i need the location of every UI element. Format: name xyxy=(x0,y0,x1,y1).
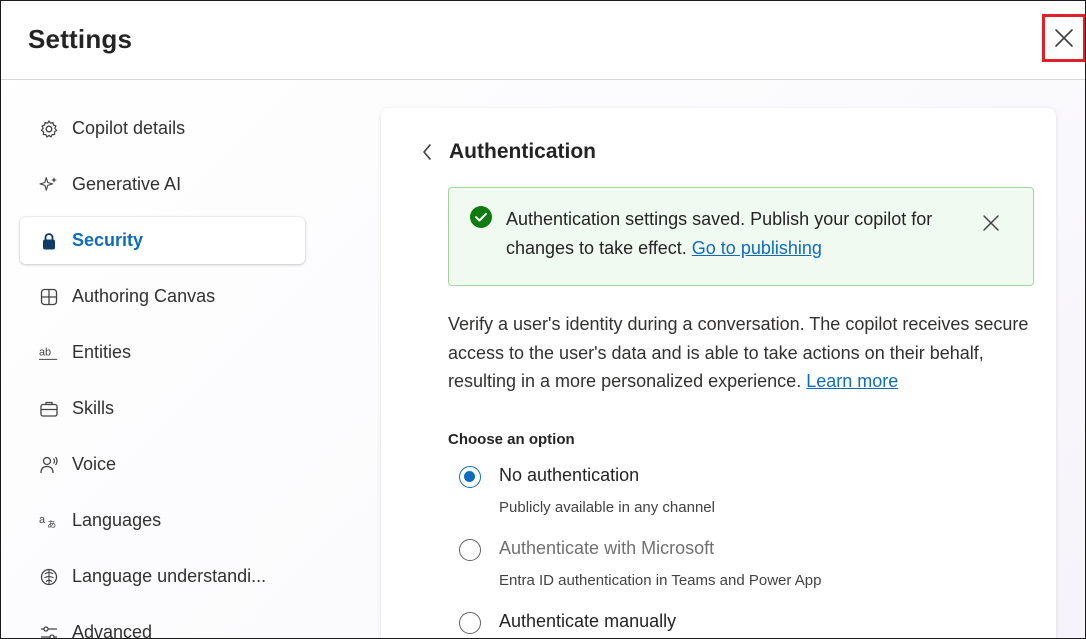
lock-icon xyxy=(39,231,59,251)
settings-dialog: Settings Copilot details Generative AI S… xyxy=(0,0,1086,639)
sparkle-icon xyxy=(39,175,59,195)
banner-message: Authentication settings saved. Publish y… xyxy=(506,205,966,263)
brain-icon xyxy=(39,567,59,587)
radio-authenticate-microsoft[interactable] xyxy=(459,539,481,561)
svg-text:a: a xyxy=(39,513,46,525)
dismiss-banner-button[interactable] xyxy=(980,212,1002,234)
sidebar-item-security[interactable]: Security xyxy=(20,217,305,264)
checkmark-circle-icon xyxy=(470,206,492,228)
sidebar-item-authoring-canvas[interactable]: Authoring Canvas xyxy=(20,273,305,320)
panel-title: Authentication xyxy=(449,140,596,163)
option-label: Authenticate manually xyxy=(499,611,677,631)
briefcase-icon xyxy=(39,399,59,419)
learn-more-link[interactable]: Learn more xyxy=(806,371,898,391)
chevron-left-icon xyxy=(423,144,431,160)
close-icon xyxy=(983,215,999,231)
sidebar-item-label: Languages xyxy=(72,510,162,530)
choose-option-label: Choose an option xyxy=(448,431,575,448)
sidebar-item-label: Security xyxy=(72,230,144,250)
radio-authenticate-manually[interactable] xyxy=(459,612,481,634)
sidebar-item-skills[interactable]: Skills xyxy=(20,385,305,432)
grid-icon xyxy=(39,287,59,307)
authentication-panel: Authentication Authentication settings s… xyxy=(381,108,1056,638)
text-ab-icon: ab xyxy=(39,343,59,363)
translate-icon: a あ xyxy=(39,511,59,531)
sidebar-item-label: Language understandi... xyxy=(72,566,267,586)
radio-no-authentication[interactable] xyxy=(459,466,481,488)
sidebar-item-generative-ai[interactable]: Generative AI xyxy=(20,161,305,208)
authentication-description: Verify a user's identity during a conver… xyxy=(448,310,1038,396)
settings-sidebar: Copilot details Generative AI Security A… xyxy=(20,105,305,639)
sidebar-item-label: Authoring Canvas xyxy=(72,286,216,306)
sidebar-item-label: Skills xyxy=(72,398,115,418)
person-voice-icon xyxy=(39,455,59,475)
go-to-publishing-link[interactable]: Go to publishing xyxy=(692,238,822,258)
sidebar-item-label: Voice xyxy=(72,454,117,474)
sidebar-item-entities[interactable]: ab Entities xyxy=(20,329,305,376)
close-button[interactable] xyxy=(1042,14,1085,62)
option-description: Entra ID authentication in Teams and Pow… xyxy=(499,572,822,589)
sidebar-item-advanced[interactable]: Advanced xyxy=(20,609,305,639)
sidebar-item-label: Advanced xyxy=(72,622,153,639)
sidebar-item-voice[interactable]: Voice xyxy=(20,441,305,488)
sidebar-item-label: Generative AI xyxy=(72,174,182,194)
sidebar-item-label: Copilot details xyxy=(72,118,186,138)
description-text: Verify a user's identity during a conver… xyxy=(448,314,1029,391)
svg-text:ab: ab xyxy=(39,346,51,358)
sidebar-item-language-understanding[interactable]: Language understandi... xyxy=(20,553,305,600)
page-title: Settings xyxy=(28,24,133,54)
dialog-header: Settings xyxy=(1,1,1085,80)
option-label: Authenticate with Microsoft xyxy=(499,538,715,558)
gear-icon xyxy=(39,119,59,139)
back-button[interactable] xyxy=(417,140,437,164)
option-description: Publicly available in any channel xyxy=(499,499,715,516)
success-banner: Authentication settings saved. Publish y… xyxy=(448,187,1034,286)
close-icon xyxy=(1055,29,1073,47)
option-label: No authentication xyxy=(499,465,640,485)
sidebar-item-label: Entities xyxy=(72,342,132,362)
svg-text:あ: あ xyxy=(47,519,56,530)
panel-header: Authentication xyxy=(417,140,596,164)
sidebar-item-languages[interactable]: a あ Languages xyxy=(20,497,305,544)
sliders-icon xyxy=(39,623,59,638)
sidebar-item-copilot-details[interactable]: Copilot details xyxy=(20,105,305,152)
